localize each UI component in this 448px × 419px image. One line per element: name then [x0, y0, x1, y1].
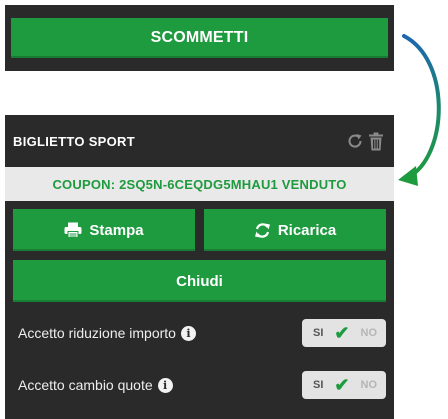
scommetti-button[interactable]: SCOMMETTI — [11, 18, 388, 58]
riduzione-importo-toggle[interactable]: SI ✔ NO — [302, 319, 386, 347]
toggle-off-label: NO — [360, 327, 378, 339]
coupon-status: COUPON: 2SQ5N-6CEQDG5MHAU1 VENDUTO — [5, 167, 394, 201]
check-icon: ✔ — [334, 375, 350, 395]
option-cambio-quote: Accetto cambio quote i SI ✔ NO — [5, 371, 394, 399]
info-icon[interactable]: i — [180, 325, 196, 341]
toggle-on-label: SI — [313, 379, 324, 391]
trash-icon[interactable] — [368, 132, 384, 151]
ticket-title: BIGLIETTO SPORT — [13, 133, 135, 149]
check-icon: ✔ — [334, 323, 350, 343]
ricarica-button[interactable]: Ricarica — [204, 209, 386, 251]
chiudi-button[interactable]: Chiudi — [13, 260, 386, 302]
stampa-label: Stampa — [89, 221, 144, 239]
toggle-off-label: NO — [360, 379, 378, 391]
refresh-icon[interactable] — [346, 132, 364, 150]
toggle-on-label: SI — [313, 327, 324, 339]
header-actions — [346, 132, 384, 151]
cambio-quote-toggle[interactable]: SI ✔ NO — [302, 371, 386, 399]
ticket-panel: BIGLIETTO SPORT COUPON: 2SQ5N-6CEQDG5MHA… — [5, 115, 394, 419]
print-icon — [64, 222, 82, 238]
option-riduzione-importo: Accetto riduzione importo i SI ✔ NO — [5, 319, 394, 347]
stampa-button[interactable]: Stampa — [13, 209, 195, 251]
chiudi-label: Chiudi — [176, 272, 223, 290]
info-icon[interactable]: i — [157, 377, 173, 393]
refresh-icon — [254, 222, 271, 239]
top-panel: SCOMMETTI — [5, 5, 394, 71]
option-label: Accetto riduzione importo — [18, 325, 176, 341]
ricarica-label: Ricarica — [277, 221, 337, 239]
flow-arrow-icon — [398, 34, 441, 186]
option-label: Accetto cambio quote — [18, 377, 153, 393]
ticket-header: BIGLIETTO SPORT — [5, 115, 394, 167]
